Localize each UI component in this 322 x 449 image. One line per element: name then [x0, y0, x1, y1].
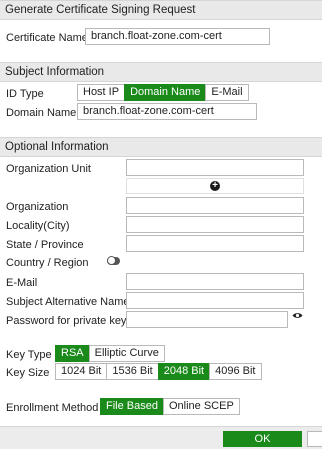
id-type-email[interactable]: E-Mail: [205, 84, 249, 101]
state-input[interactable]: [126, 235, 304, 252]
key-size-4096[interactable]: 4096 Bit: [209, 363, 262, 380]
enrollment-label: Enrollment Method: [6, 402, 99, 414]
toggle-knob: [107, 256, 116, 265]
san-input[interactable]: [126, 292, 304, 309]
certificate-name-label: Certificate Name: [6, 32, 88, 44]
password-label: Password for private key: [6, 315, 127, 327]
cancel-button[interactable]: [307, 431, 322, 447]
eye-icon[interactable]: [292, 312, 303, 319]
id-type-domain-name[interactable]: Domain Name: [124, 84, 207, 101]
plus-circle-icon[interactable]: +: [210, 181, 220, 191]
id-type-host-ip[interactable]: Host IP: [77, 84, 126, 101]
key-type-selector: RSA Elliptic Curve: [55, 345, 165, 362]
id-type-label: ID Type: [6, 88, 44, 100]
email-input[interactable]: [126, 273, 304, 290]
san-label: Subject Alternative Name: [6, 296, 130, 308]
enrollment-selector: File Based Online SCEP: [100, 398, 240, 415]
key-size-2048[interactable]: 2048 Bit: [157, 363, 211, 380]
id-type-selector: Host IP Domain Name E-Mail: [77, 84, 249, 101]
password-input[interactable]: [126, 311, 288, 328]
enrollment-online-scep[interactable]: Online SCEP: [162, 398, 240, 415]
organization-input[interactable]: [126, 197, 304, 214]
org-unit-label: Organization Unit: [6, 163, 91, 175]
key-type-elliptic-curve[interactable]: Elliptic Curve: [88, 345, 165, 362]
key-type-rsa[interactable]: RSA: [55, 345, 90, 362]
domain-name-input[interactable]: branch.float-zone.com-cert: [77, 103, 257, 120]
ok-button[interactable]: OK: [223, 431, 302, 447]
locality-input[interactable]: [126, 216, 304, 233]
org-unit-input[interactable]: [126, 159, 304, 176]
dialog-title: Generate Certificate Signing Request: [0, 0, 322, 20]
subject-info-header: Subject Information: [0, 62, 322, 82]
enrollment-file-based[interactable]: File Based: [100, 398, 164, 415]
country-toggle[interactable]: [107, 256, 120, 265]
key-type-label: Key Type: [6, 349, 52, 361]
domain-name-label: Domain Name: [6, 107, 77, 119]
organization-label: Organization: [6, 201, 69, 213]
key-size-1024[interactable]: 1024 Bit: [55, 363, 108, 380]
optional-info-header: Optional Information: [0, 137, 322, 157]
state-label: State / Province: [6, 239, 84, 251]
email-label: E-Mail: [6, 277, 38, 289]
key-size-selector: 1024 Bit 1536 Bit 2048 Bit 4096 Bit: [55, 363, 262, 380]
key-size-label: Key Size: [6, 367, 50, 379]
key-size-1536[interactable]: 1536 Bit: [106, 363, 159, 380]
locality-label: Locality(City): [6, 220, 70, 232]
country-label: Country / Region: [6, 257, 89, 269]
certificate-name-input[interactable]: branch.float-zone.com-cert: [85, 28, 270, 45]
